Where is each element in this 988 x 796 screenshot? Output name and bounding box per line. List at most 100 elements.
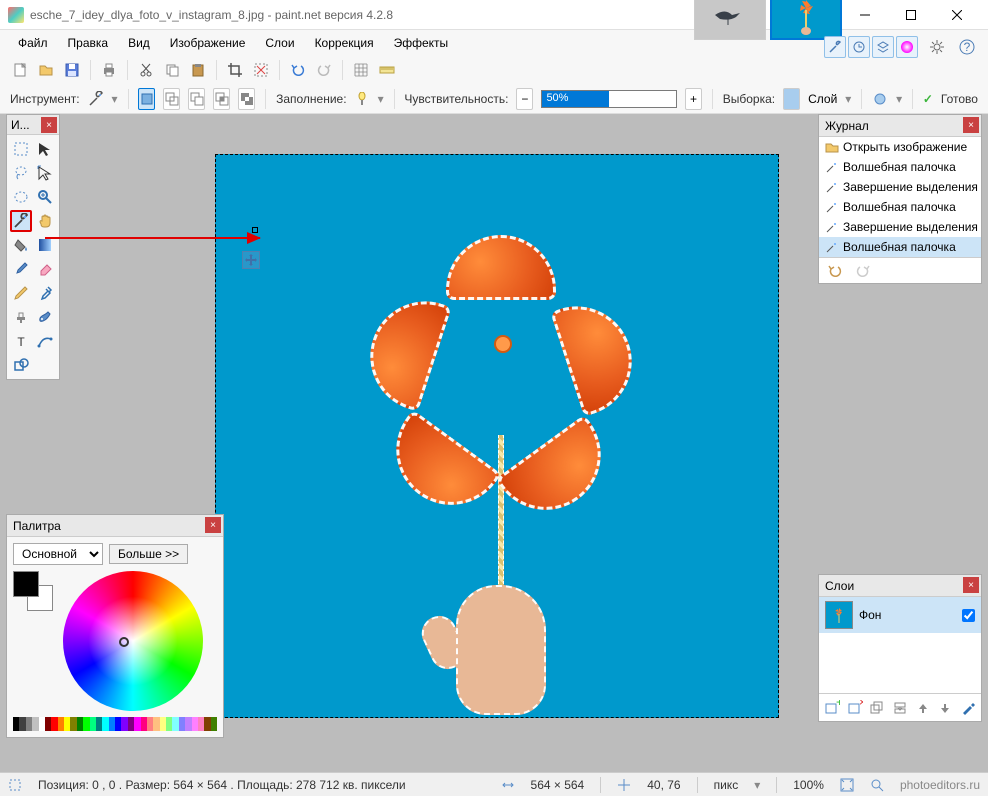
print-icon[interactable] xyxy=(99,60,119,80)
tool-lasso[interactable] xyxy=(10,162,32,184)
settings-icon[interactable] xyxy=(926,36,948,58)
layer-visibility-checkbox[interactable] xyxy=(962,609,975,622)
history-item[interactable]: Волшебная палочка xyxy=(819,237,981,257)
undo-icon[interactable] xyxy=(288,60,308,80)
history-toggle[interactable] xyxy=(848,36,870,58)
flood-mode-icon[interactable] xyxy=(355,89,370,109)
layer-down-icon[interactable] xyxy=(936,698,955,718)
save-icon[interactable] xyxy=(62,60,82,80)
tool-brush[interactable] xyxy=(10,258,32,280)
tool-fill[interactable] xyxy=(10,234,32,256)
tool-move-selection[interactable] xyxy=(34,138,56,160)
menu-effects[interactable]: Эффекты xyxy=(386,33,457,53)
tool-ellipse-select[interactable] xyxy=(10,186,32,208)
tool-shapes[interactable] xyxy=(10,354,32,376)
palette-close-icon[interactable]: × xyxy=(205,517,221,533)
history-redo-icon[interactable] xyxy=(853,261,873,281)
palette-header[interactable]: Палитра × xyxy=(7,515,223,537)
doc-thumb-1[interactable] xyxy=(694,0,766,40)
layer-properties-icon[interactable] xyxy=(958,698,977,718)
menu-edit[interactable]: Правка xyxy=(60,33,117,53)
status-zoom[interactable]: 100% xyxy=(793,778,824,792)
sampling-swatch[interactable] xyxy=(783,88,800,110)
zoom-icon[interactable] xyxy=(870,778,884,792)
tool-color-picker[interactable] xyxy=(34,282,56,304)
move-handle-icon[interactable] xyxy=(242,251,260,269)
active-tool-icon[interactable] xyxy=(88,89,104,109)
colors-toggle[interactable] xyxy=(896,36,918,58)
layer-item[interactable]: Фон xyxy=(819,597,981,633)
tool-pencil[interactable] xyxy=(10,282,32,304)
fit-icon[interactable] xyxy=(840,778,854,792)
palette-more-button[interactable]: Больше >> xyxy=(109,544,188,564)
history-item[interactable]: Открыть изображение xyxy=(819,137,981,157)
open-icon[interactable] xyxy=(36,60,56,80)
tool-move-pixels[interactable] xyxy=(34,162,56,184)
history-header[interactable]: Журнал × xyxy=(819,115,981,137)
palette-strip[interactable] xyxy=(13,717,217,731)
menu-image[interactable]: Изображение xyxy=(162,33,254,53)
tool-recolor[interactable] xyxy=(34,306,56,328)
canvas[interactable] xyxy=(215,154,779,718)
history-close-icon[interactable]: × xyxy=(963,117,979,133)
history-item[interactable]: Волшебная палочка xyxy=(819,197,981,217)
color-wheel[interactable] xyxy=(63,571,203,711)
new-icon[interactable] xyxy=(10,60,30,80)
menu-adjustments[interactable]: Коррекция xyxy=(307,33,382,53)
history-item[interactable]: Волшебная палочка xyxy=(819,157,981,177)
menu-file[interactable]: Файл xyxy=(10,33,56,53)
tool-pan[interactable] xyxy=(34,210,56,232)
paste-icon[interactable] xyxy=(188,60,208,80)
layers-toggle[interactable] xyxy=(872,36,894,58)
menu-view[interactable]: Вид xyxy=(120,33,158,53)
selection-mode-xor[interactable] xyxy=(238,88,255,110)
tolerance-minus[interactable]: − xyxy=(516,88,533,110)
antialias-icon[interactable] xyxy=(872,89,888,109)
minimize-button[interactable] xyxy=(842,0,888,30)
tool-rect-select[interactable] xyxy=(10,138,32,160)
ruler-icon[interactable] xyxy=(377,60,397,80)
tool-magic-wand[interactable] xyxy=(10,210,32,232)
crop-icon[interactable] xyxy=(225,60,245,80)
layer-add-icon[interactable]: + xyxy=(823,698,842,718)
palette-color-mode[interactable]: Основной xyxy=(13,543,103,565)
selection-mode-subtract[interactable] xyxy=(188,88,205,110)
tool-line[interactable] xyxy=(34,330,56,352)
selection-mode-intersect[interactable] xyxy=(213,88,230,110)
history-undo-icon[interactable] xyxy=(825,261,845,281)
copy-icon[interactable] xyxy=(162,60,182,80)
palette-color[interactable] xyxy=(211,717,217,731)
selection-mode-add[interactable] xyxy=(163,88,180,110)
tool-zoom[interactable] xyxy=(34,186,56,208)
menu-layers[interactable]: Слои xyxy=(257,33,302,53)
color-wheel-cursor[interactable] xyxy=(119,637,129,647)
tolerance-plus[interactable]: + xyxy=(685,88,702,110)
close-button[interactable] xyxy=(934,0,980,30)
selection-mode-replace[interactable] xyxy=(138,88,155,110)
layer-duplicate-icon[interactable] xyxy=(868,698,887,718)
color-swatches[interactable] xyxy=(13,571,53,611)
layers-header[interactable]: Слои × xyxy=(819,575,981,597)
tools-panel-header[interactable]: И... × xyxy=(7,115,59,135)
redo-icon[interactable] xyxy=(314,60,334,80)
grid-icon[interactable] xyxy=(351,60,371,80)
tools-close-icon[interactable]: × xyxy=(41,117,57,133)
layers-close-icon[interactable]: × xyxy=(963,577,979,593)
tool-eraser[interactable] xyxy=(34,258,56,280)
history-item[interactable]: Завершение выделения палочкой xyxy=(819,217,981,237)
tool-text[interactable]: T xyxy=(10,330,32,352)
layer-up-icon[interactable] xyxy=(913,698,932,718)
layer-merge-icon[interactable] xyxy=(891,698,910,718)
tolerance-slider[interactable]: 50% xyxy=(541,90,677,108)
status-units[interactable]: пикс xyxy=(714,778,739,792)
doc-thumb-2[interactable] xyxy=(770,0,842,40)
tool-clone[interactable] xyxy=(10,306,32,328)
tools-toggle[interactable] xyxy=(824,36,846,58)
history-item[interactable]: Завершение выделения палочкой xyxy=(819,177,981,197)
help-icon[interactable]: ? xyxy=(956,36,978,58)
maximize-button[interactable] xyxy=(888,0,934,30)
deselect-icon[interactable] xyxy=(251,60,271,80)
cut-icon[interactable] xyxy=(136,60,156,80)
primary-color-swatch[interactable] xyxy=(13,571,39,597)
layer-delete-icon[interactable]: × xyxy=(846,698,865,718)
